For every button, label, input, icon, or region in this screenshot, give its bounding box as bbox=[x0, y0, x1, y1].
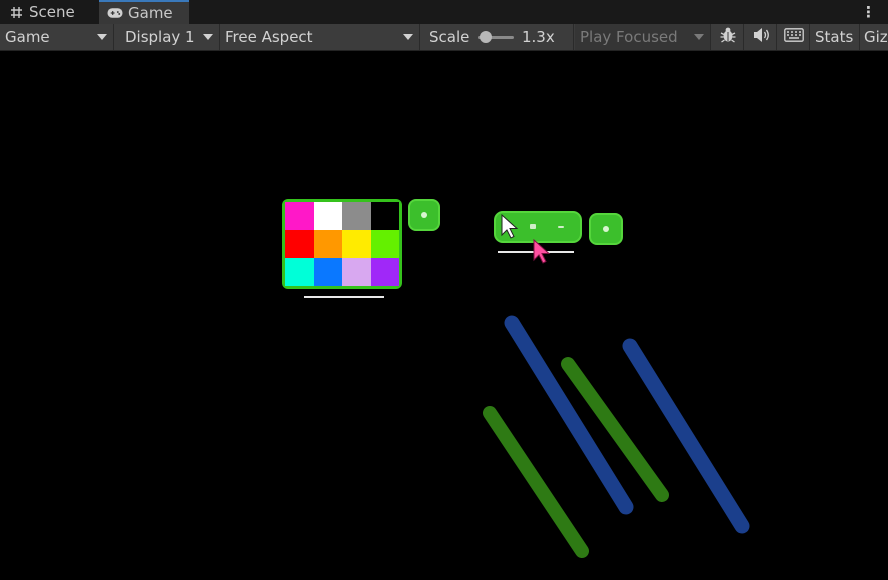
game-view-dropdown[interactable]: Game bbox=[0, 24, 114, 50]
game-view-toolbar: Game Display 1 Free Aspect Scale 1.3x Pl… bbox=[0, 24, 888, 51]
aspect-dropdown[interactable]: Free Aspect bbox=[220, 24, 420, 50]
gizmos-button[interactable]: Giz bbox=[860, 24, 888, 50]
green-bar-left bbox=[483, 406, 589, 558]
stats-button[interactable]: Stats bbox=[810, 24, 860, 50]
debug-toggle-button[interactable] bbox=[712, 24, 744, 50]
display-dropdown[interactable]: Display 1 bbox=[116, 24, 220, 50]
bug-icon bbox=[719, 26, 737, 48]
stats-button-label: Stats bbox=[815, 28, 854, 46]
play-mode-dropdown-label: Play Focused bbox=[580, 28, 678, 46]
tab-game[interactable]: Game bbox=[99, 0, 189, 24]
scale-slider-handle[interactable] bbox=[480, 31, 492, 43]
chevron-down-icon bbox=[203, 34, 213, 40]
chevron-down-icon bbox=[694, 34, 704, 40]
scene-objects bbox=[483, 315, 750, 558]
tab-scene[interactable]: Scene bbox=[0, 0, 96, 24]
game-viewport[interactable] bbox=[0, 51, 888, 580]
keyboard-shortcuts-button[interactable] bbox=[778, 24, 810, 50]
chevron-down-icon bbox=[97, 34, 107, 40]
kebab-menu-icon[interactable]: ⋮ bbox=[861, 3, 876, 21]
gamepad-icon bbox=[107, 5, 123, 21]
scale-value: 1.3x bbox=[522, 28, 555, 46]
chevron-down-icon bbox=[403, 34, 413, 40]
hash-icon bbox=[8, 4, 24, 20]
game-view-dropdown-label: Game bbox=[5, 28, 50, 46]
display-dropdown-label: Display 1 bbox=[125, 28, 195, 46]
speaker-icon bbox=[752, 27, 770, 47]
tab-scene-label: Scene bbox=[29, 3, 75, 21]
mute-audio-button[interactable] bbox=[745, 24, 777, 50]
scale-label: Scale bbox=[429, 28, 470, 46]
play-mode-dropdown[interactable]: Play Focused bbox=[575, 24, 711, 50]
blue-bar-right bbox=[622, 338, 750, 534]
scale-control: Scale 1.3x bbox=[422, 24, 574, 50]
window-tab-bar: Scene Game ⋮ bbox=[0, 0, 888, 25]
tab-game-label: Game bbox=[128, 4, 173, 22]
gizmos-button-label: Giz bbox=[864, 28, 888, 46]
keyboard-icon bbox=[783, 28, 804, 46]
aspect-dropdown-label: Free Aspect bbox=[225, 28, 313, 46]
